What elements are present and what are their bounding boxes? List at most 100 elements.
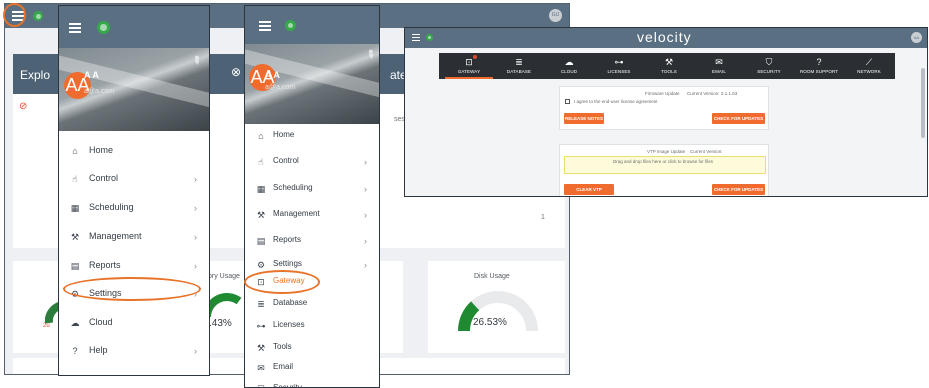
menu-item-reports[interactable]: ▤ Reports › [245,230,379,252]
menu-item-cloud[interactable]: ☁ Cloud [59,312,209,334]
cpu-badge-partial: 2u [43,323,50,329]
menu-item-label: Database [273,298,308,307]
wrench-icon: ⚒ [664,57,674,67]
menu-item-security[interactable]: ⛉ Security [245,378,379,387]
vtp-current-version-label: Current Version: [690,149,723,154]
chevron-right-icon: › [194,346,197,356]
check-for-updates-button[interactable]: CHECK FOR UPDATES [712,113,765,124]
hamburger-menu-icon[interactable] [259,21,271,31]
highlight-ring-hamburger [3,3,26,27]
menu-item-tools[interactable]: ⚒ Tools [245,337,379,359]
count-value: 1 [541,214,545,221]
vtp-image-update-panel: VTP Image Update Current Version: Drag a… [559,144,769,196]
menu-item-label: Control [89,173,119,183]
user-email: a@a.com [265,84,296,91]
help-icon: ? [816,57,822,67]
menu-top-bar [245,6,379,44]
tab-licenses[interactable]: ⊶ LICENSES [595,53,643,79]
profile-header-image: ✎ AA A A a@a.com [245,44,379,124]
memory-usage-label: ory Usage [208,273,240,280]
hamburger-menu-icon[interactable] [412,34,420,41]
menu-item-database[interactable]: ≣ Database [245,293,379,315]
tab-label: EMAIL [711,69,726,74]
disk-usage-card: Disk Usage 26.53% [428,261,565,353]
tab-tools[interactable]: ⚒ TOOLS [645,53,693,79]
menu-item-label: Licenses [273,320,305,329]
shield-icon: ⛉ [765,57,773,67]
tab-email[interactable]: ✉ EMAIL [695,53,743,79]
tab-room-support[interactable]: ? ROOM SUPPORT [795,53,843,79]
velocity-logo: velocity [637,29,692,45]
menu-item-label: Settings [273,259,302,268]
menu-item-licenses[interactable]: ⊶ Licenses [245,315,379,337]
menu-item-control[interactable]: ☝ Control › [59,168,209,190]
database-icon: ≣ [515,57,523,67]
check-for-updates-button[interactable]: CHECK FOR UPDATES [712,184,765,195]
vtp-update-title: VTP Image Update [647,149,686,154]
tab-label: SECURITY [757,69,781,74]
tab-label: GATEWAY [457,69,481,74]
menu-item-management[interactable]: ⚒ Management › [59,226,209,248]
menu-item-home[interactable]: ⌂ Home [59,140,209,162]
menu-item-label: Management [89,231,142,241]
tab-label: LICENSES [607,69,631,74]
release-notes-button[interactable]: RELEASE NOTES [564,113,604,124]
pin-icon[interactable]: ✎ [363,47,378,62]
status-error-icon: ⊘ [19,101,28,112]
globe-logo-icon [33,11,43,21]
profile-header-image: ✎ AA A A a@a.com [59,48,209,131]
tab-gateway[interactable]: ⊡ GATEWAY [445,53,493,79]
globe-logo-icon [426,34,433,41]
tab-security[interactable]: ⛉ SECURITY [745,53,793,79]
database-icon: ≣ [257,299,265,309]
menu-item-label: Control [273,156,299,165]
menu-item-label: Scheduling [273,183,313,192]
scrollbar[interactable] [921,68,925,138]
menu-item-scheduling[interactable]: ▦ Scheduling › [245,178,379,200]
menu-item-label: Cloud [89,317,113,327]
shield-icon: ⛉ [255,384,267,387]
velocity-top-bar: velocity AA [405,28,927,48]
cloud-icon: ☁ [70,318,80,328]
file-dropzone[interactable]: Drag and drop files here or click to bro… [564,156,766,174]
help-icon: ? [72,346,78,356]
email-icon: ✉ [715,57,723,67]
menu-item-home[interactable]: ⌂ Home [245,125,379,147]
current-version-label: Current Version: [687,91,720,96]
menu-top-bar [59,6,209,48]
chevron-right-icon: › [194,261,197,271]
disk-usage-label: Disk Usage [474,273,510,280]
menu-item-email[interactable]: ✉ Email [245,357,379,379]
network-icon: ⟋ [865,57,873,67]
tab-database[interactable]: ≣ DATABASE [495,53,543,79]
calendar-icon: ▦ [256,184,266,194]
pin-icon[interactable]: ✎ [189,53,204,68]
close-icon[interactable]: ⊗ [231,65,241,79]
user-avatar[interactable]: AA [911,32,922,43]
menu-item-help[interactable]: ? Help › [59,340,209,362]
user-avatar[interactable]: GU [549,9,562,22]
menu-item-label: Home [89,145,114,155]
tab-network[interactable]: ⟋ NETWORK [845,53,893,79]
user-name: A A [265,70,280,80]
firmware-update-panel: Firmware Update Current Version: 2.1.1.6… [559,86,769,130]
chevron-right-icon: › [194,174,197,184]
disk-usage-value: 26.53% [473,317,507,328]
gear-icon: ⚙ [256,260,266,270]
menu-item-control[interactable]: ☝ Control › [245,151,379,173]
menu-item-label: Reports [273,235,302,244]
tab-cloud[interactable]: ☁ CLOUD [545,53,593,79]
menu-item-scheduling[interactable]: ▦ Scheduling › [59,197,209,219]
menu-item-reports[interactable]: ▤ Reports › [59,255,209,277]
memory-usage-value: .43% [209,318,232,329]
menu-item-label: Help [89,345,108,355]
clear-vtp-firmware-button[interactable]: CLEAR VTP FIRMWARE [564,184,614,195]
agree-checkbox[interactable] [565,99,570,104]
explore-title-partial: Explo [20,68,51,82]
hamburger-menu-icon[interactable] [69,23,81,33]
gateway-icon: ⊡ [465,57,473,67]
menu-item-management[interactable]: ⚒ Management › [245,204,379,226]
menu-item-label: Reports [89,260,121,270]
key-icon: ⊶ [614,57,624,67]
side-menu-1: ✎ AA A A a@a.com ⌂ Home ☝ Control › ▦ Scheduli… [58,5,210,376]
